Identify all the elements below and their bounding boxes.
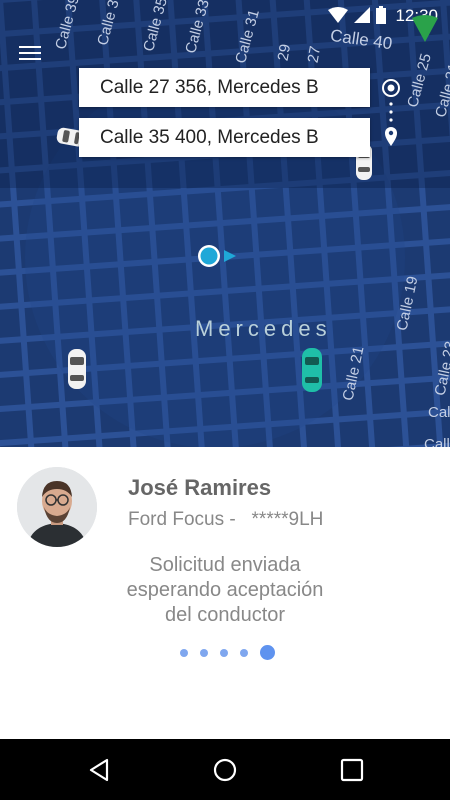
status-line: esperando aceptación (126, 579, 324, 601)
status-icons (328, 6, 386, 24)
progress-dot-active (260, 645, 275, 660)
driver-name: José Ramires (128, 475, 272, 500)
status-bar: 12:30 (0, 0, 450, 42)
street-label: 27 (304, 44, 325, 65)
navigation-bar (0, 739, 450, 800)
progress-indicator (180, 645, 275, 660)
driver-sheet: José Ramires Ford Focus - *****9LH Solic… (0, 447, 450, 739)
selected-car-icon[interactable] (297, 345, 327, 395)
progress-dot (200, 648, 208, 657)
pickup-address-field[interactable]: Calle 27 356, Mercedes B (79, 68, 370, 107)
route-indicator-icon (382, 79, 400, 146)
recents-icon[interactable] (339, 757, 365, 783)
battery-icon (376, 6, 386, 24)
progress-dot (240, 648, 248, 657)
driver-avatar (17, 467, 97, 547)
home-icon[interactable] (212, 757, 238, 783)
city-label: Mercedes (195, 316, 332, 341)
wifi-icon (328, 7, 348, 23)
street-label: Calle (428, 404, 450, 421)
destination-address-field[interactable]: Calle 35 400, Mercedes B (79, 118, 370, 157)
street-label: 29 (274, 42, 295, 63)
menu-button[interactable] (16, 42, 44, 66)
person-icon (17, 467, 97, 547)
notification-icon (412, 15, 438, 42)
progress-dot (220, 648, 228, 657)
back-icon[interactable] (87, 757, 113, 783)
status-line: del conductor (164, 604, 286, 626)
street-label: Call (424, 436, 450, 447)
progress-dot (180, 648, 188, 657)
car-icon[interactable] (62, 345, 92, 393)
request-status-message: Solicitud enviada esperando aceptación d… (75, 553, 375, 628)
current-location-icon (198, 245, 236, 267)
signal-icon (354, 7, 370, 23)
car-info: Ford Focus - *****9LH (128, 509, 324, 530)
status-line: Solicitud enviada (149, 554, 301, 576)
